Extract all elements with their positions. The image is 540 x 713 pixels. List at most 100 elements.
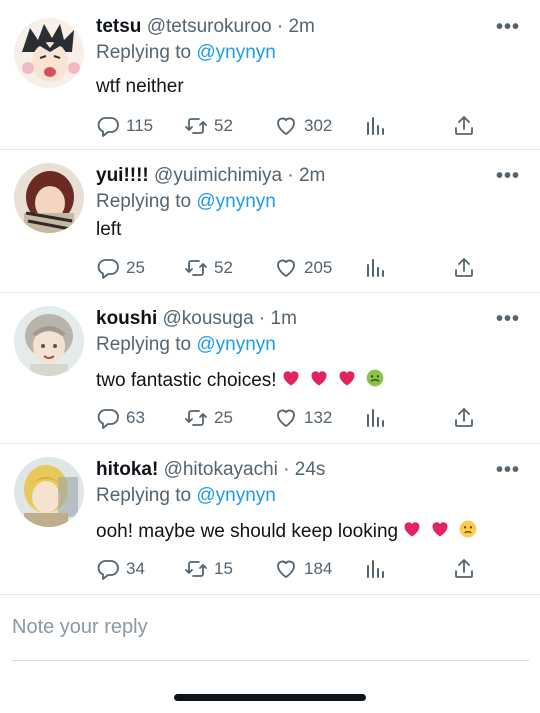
reply-count: 34 [126, 559, 145, 578]
tweet-2[interactable]: yui!!!! @yuimichimiya · 2m ••• Replying … [0, 149, 540, 293]
share-icon [455, 559, 473, 578]
retweet-button[interactable]: 15 [184, 557, 233, 581]
tweet-header: hitoka! @hitokayachi · 24s [96, 459, 325, 481]
reply-icon [97, 409, 119, 429]
tweet-header: tetsu @tetsurokuroo · 2m [96, 16, 315, 38]
like-count: 132 [304, 408, 333, 427]
retweet-button[interactable]: 52 [184, 256, 233, 280]
user-handle[interactable]: @tetsurokuroo [147, 16, 272, 37]
stats-button[interactable] [364, 406, 394, 430]
reply-button[interactable]: 115 [96, 114, 153, 138]
stats-button[interactable] [364, 256, 394, 280]
reply-icon [97, 117, 119, 137]
stats-icon [367, 409, 384, 427]
share-icon [455, 408, 473, 427]
retweet-count: 25 [214, 408, 233, 427]
more-icon[interactable]: ••• [496, 308, 520, 331]
share-button[interactable] [452, 256, 482, 280]
action-bar: 63 25 132 [96, 406, 486, 434]
stats-button[interactable] [364, 114, 394, 138]
share-button[interactable] [452, 557, 482, 581]
retweet-icon [185, 410, 207, 426]
reply-icon [97, 259, 119, 279]
avatar[interactable] [14, 163, 84, 233]
tweet-text: wtf neither [96, 76, 184, 98]
mention-link[interactable]: @ynynyn [196, 191, 276, 212]
timestamp[interactable]: · 2m [277, 16, 315, 37]
tweet-text: ooh! maybe we should keep looking [96, 519, 478, 543]
retweet-count: 52 [214, 116, 233, 135]
mention-link[interactable]: @ynynyn [196, 334, 276, 355]
reply-count: 25 [126, 258, 145, 277]
retweet-button[interactable]: 52 [184, 114, 233, 138]
retweet-icon [185, 260, 207, 276]
stats-icon [367, 117, 384, 135]
avatar-yui-icon [14, 163, 84, 233]
action-bar: 25 52 205 [96, 256, 486, 284]
avatar-koushi-icon [14, 306, 84, 376]
home-indicator[interactable] [174, 694, 366, 701]
avatar[interactable] [14, 306, 84, 376]
avatar[interactable] [14, 457, 84, 527]
tweet-text-content: wtf neither [96, 76, 184, 97]
stats-button[interactable] [364, 557, 394, 581]
like-button[interactable]: 205 [274, 256, 332, 280]
more-icon[interactable]: ••• [496, 165, 520, 188]
like-button[interactable]: 184 [274, 557, 332, 581]
user-handle[interactable]: @kousuga [163, 308, 254, 329]
avatar[interactable] [14, 18, 84, 88]
stats-icon [367, 259, 384, 277]
red-heart-icon [339, 371, 355, 386]
like-button[interactable]: 302 [274, 114, 332, 138]
retweet-icon [185, 561, 207, 577]
replying-to-prefix: Replying to [96, 334, 197, 355]
reply-button[interactable]: 63 [96, 406, 145, 430]
mention-link[interactable]: @ynynyn [196, 42, 276, 63]
reply-count: 115 [126, 116, 154, 135]
red-heart-icon [283, 371, 299, 386]
share-icon [455, 116, 473, 135]
display-name[interactable]: tetsu [96, 16, 141, 37]
stats-icon [367, 560, 384, 578]
replying-to: Replying to @ynynyn [96, 334, 276, 356]
replying-to: Replying to @ynynyn [96, 191, 276, 213]
reply-input[interactable] [12, 612, 529, 643]
timestamp[interactable]: · 2m [287, 165, 325, 186]
red-heart-icon [311, 371, 327, 386]
tweet-header: koushi @kousuga · 1m [96, 308, 297, 330]
share-icon [455, 258, 473, 277]
display-name[interactable]: yui!!!! [96, 165, 149, 186]
retweet-button[interactable]: 25 [184, 406, 233, 430]
reply-composer [12, 612, 529, 661]
red-heart-icon [404, 522, 420, 537]
red-heart-icon [432, 522, 448, 537]
user-handle[interactable]: @yuimichimiya [154, 165, 282, 186]
nauseated-face-icon [366, 369, 383, 387]
retweet-count: 52 [214, 258, 233, 277]
action-bar: 34 15 184 [96, 557, 486, 585]
like-icon [277, 259, 295, 277]
like-icon [277, 409, 295, 427]
reply-button[interactable]: 34 [96, 557, 145, 581]
avatar-hitoka-icon [14, 457, 84, 527]
like-button[interactable]: 132 [274, 406, 332, 430]
replying-to: Replying to @ynynyn [96, 485, 276, 507]
timestamp[interactable]: · 1m [259, 308, 297, 329]
slightly-frowning-face-icon [459, 520, 477, 538]
tweet-text-content: left [96, 219, 122, 240]
tweet-4[interactable]: hitoka! @hitokayachi · 24s ••• Replying … [0, 443, 540, 595]
more-icon[interactable]: ••• [496, 16, 520, 39]
user-handle[interactable]: @hitokayachi [164, 459, 278, 480]
mention-link[interactable]: @ynynyn [196, 485, 276, 506]
share-button[interactable] [452, 406, 482, 430]
tweet-3[interactable]: koushi @kousuga · 1m ••• Replying to @yn… [0, 292, 540, 444]
display-name[interactable]: koushi [96, 308, 157, 329]
timestamp[interactable]: · 24s [283, 459, 325, 480]
share-button[interactable] [452, 114, 482, 138]
more-icon[interactable]: ••• [496, 459, 520, 482]
display-name[interactable]: hitoka! [96, 459, 158, 480]
reply-button[interactable]: 25 [96, 256, 145, 280]
tweet-1[interactable]: tetsu @tetsurokuroo · 2m ••• Replying to… [0, 0, 540, 150]
reply-icon [97, 560, 119, 580]
tweet-header: yui!!!! @yuimichimiya · 2m [96, 165, 325, 187]
